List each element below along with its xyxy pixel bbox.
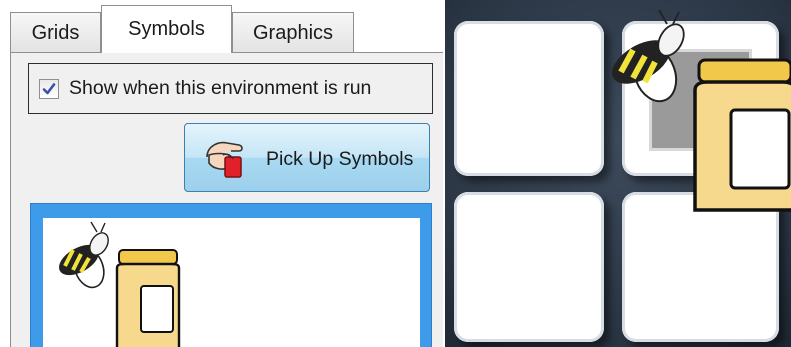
pick-up-symbols-button[interactable]: Pick Up Symbols — [184, 123, 430, 192]
tab-symbols-label: Symbols — [128, 18, 205, 40]
grid-cell[interactable] — [454, 21, 604, 176]
show-when-run-label[interactable]: Show when this environment is run — [69, 77, 371, 100]
symbols-panel: Grids Graphics Symbols Show when this en… — [0, 0, 443, 347]
grid-cell[interactable] — [622, 192, 779, 342]
tab-grids[interactable]: Grids — [10, 12, 101, 53]
show-when-run-checkbox[interactable] — [39, 78, 59, 99]
bee-icon — [59, 221, 109, 289]
pick-up-symbols-label: Pick Up Symbols — [266, 148, 414, 170]
tab-grids-label: Grids — [31, 21, 80, 44]
tab-graphics-label: Graphics — [252, 21, 334, 44]
tab-graphics[interactable]: Graphics — [232, 12, 354, 53]
grid-canvas — [445, 0, 791, 347]
checkmark-icon — [42, 82, 56, 94]
drop-target-highlight — [649, 49, 752, 151]
tab-symbols[interactable]: Symbols — [101, 5, 232, 53]
preview-symbols — [59, 221, 181, 347]
grid-cell[interactable] — [454, 192, 604, 342]
symbol-preview-frame[interactable] — [30, 203, 432, 347]
honey-jar-icon — [115, 249, 181, 347]
hand-pickup-icon — [206, 141, 243, 178]
tab-strip: Grids Graphics Symbols — [0, 0, 443, 53]
show-when-run-group: Show when this environment is run — [28, 63, 433, 114]
symbol-preview — [43, 218, 420, 347]
